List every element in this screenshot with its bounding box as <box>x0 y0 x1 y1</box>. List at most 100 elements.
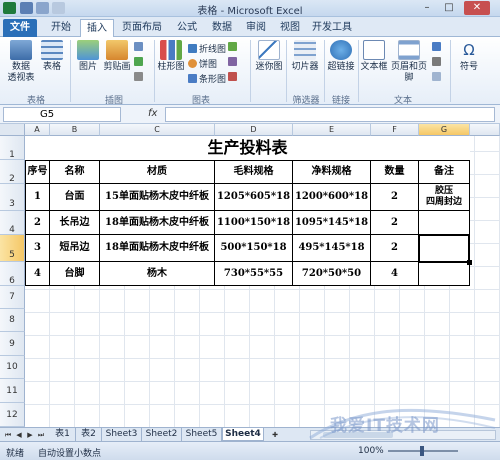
column-header-g[interactable]: G <box>419 124 470 136</box>
row-header-3[interactable]: 3 <box>0 184 25 211</box>
sheet-tab[interactable]: 表1 <box>50 428 76 441</box>
table-cell[interactable]: 15单面贴杨木皮中纤板 <box>100 184 215 211</box>
tab-developer[interactable]: 开发工具 <box>308 19 356 37</box>
header-cell-qty[interactable]: 数量 <box>371 160 419 184</box>
maximize-button[interactable]: □ <box>440 1 458 15</box>
table-cell[interactable]: 4 <box>371 262 419 286</box>
tab-home[interactable]: 开始 <box>44 19 78 37</box>
sheet-title[interactable]: 生产投料表 <box>25 136 470 160</box>
table-cell[interactable]: 2 <box>371 235 419 262</box>
table-cell[interactable]: 3 <box>25 235 50 262</box>
textbox-button[interactable]: 文本框 <box>360 40 388 73</box>
line-chart-button[interactable]: 折线图 <box>188 42 226 55</box>
row-header-7[interactable]: 7 <box>0 286 25 309</box>
header-cell-material[interactable]: 材质 <box>100 160 215 184</box>
table-cell[interactable]: 1200*600*18 <box>293 184 371 211</box>
column-header-e[interactable]: E <box>293 124 371 136</box>
picture-button[interactable]: 图片 <box>74 40 102 73</box>
sheet-tab-active[interactable]: Sheet4 <box>222 428 264 441</box>
column-header-c[interactable]: C <box>100 124 215 136</box>
header-cell-remark[interactable]: 备注 <box>419 160 470 184</box>
tab-file[interactable]: 文件 <box>3 19 37 37</box>
name-box[interactable]: G5 <box>3 107 121 122</box>
table-cell[interactable]: 18单面贴杨木皮中纤板 <box>100 235 215 262</box>
active-cell-selection[interactable] <box>418 234 472 265</box>
table-cell[interactable]: 2 <box>25 211 50 235</box>
header-cell-rough-size[interactable]: 毛料规格 <box>215 160 293 184</box>
row-header-2[interactable]: 2 <box>0 160 25 184</box>
table-cell[interactable]: 1100*150*18 <box>215 211 293 235</box>
table-cell[interactable]: 长吊边 <box>50 211 100 235</box>
table-cell[interactable]: 495*145*18 <box>293 235 371 262</box>
pivot-table-button[interactable]: 数据 透视表 <box>4 40 38 84</box>
table-cell[interactable]: 18单面贴杨木皮中纤板 <box>100 211 215 235</box>
last-sheet-icon[interactable]: ⏭ <box>36 430 46 440</box>
column-header-h[interactable] <box>470 124 500 136</box>
close-button[interactable]: ✕ <box>464 1 490 15</box>
first-sheet-icon[interactable]: ⏮ <box>3 430 13 440</box>
row-header-10[interactable]: 10 <box>0 356 25 379</box>
table-cell[interactable]: 台面 <box>50 184 100 211</box>
table-cell[interactable]: 4 <box>25 262 50 286</box>
table-cell[interactable]: 500*150*18 <box>215 235 293 262</box>
object-button[interactable] <box>432 72 443 83</box>
signature-button[interactable] <box>432 57 443 68</box>
screenshot-button[interactable] <box>134 72 145 83</box>
row-header-5[interactable]: 5 <box>0 235 25 262</box>
fx-icon[interactable]: fx <box>148 108 157 119</box>
table-cell[interactable] <box>419 262 470 286</box>
table-button[interactable]: 表格 <box>38 40 66 73</box>
table-cell[interactable]: 720*50*50 <box>293 262 371 286</box>
header-footer-button[interactable]: 页眉和页脚 <box>388 40 430 84</box>
sparkline-button[interactable]: 迷你图 <box>254 40 284 73</box>
prev-sheet-icon[interactable]: ◀ <box>14 430 24 440</box>
row-header-8[interactable]: 8 <box>0 309 25 332</box>
hyperlink-button[interactable]: 超链接 <box>326 40 356 73</box>
table-cell[interactable]: 胶压 四周封边 <box>419 184 470 211</box>
table-cell[interactable] <box>419 211 470 235</box>
next-sheet-icon[interactable]: ▶ <box>25 430 35 440</box>
tab-page-layout[interactable]: 页面布局 <box>118 19 166 37</box>
table-cell[interactable]: 1095*145*18 <box>293 211 371 235</box>
header-cell-net-size[interactable]: 净料规格 <box>293 160 371 184</box>
column-header-a[interactable]: A <box>25 124 50 136</box>
table-cell[interactable]: 台脚 <box>50 262 100 286</box>
formula-input[interactable] <box>165 107 495 122</box>
row-header-4[interactable]: 4 <box>0 211 25 235</box>
zoom-slider-knob[interactable] <box>420 446 424 456</box>
pie-chart-button[interactable]: 饼图 <box>188 57 217 70</box>
zoom-level[interactable]: 100% <box>358 446 384 456</box>
row-header-1[interactable]: 1 <box>0 136 25 160</box>
header-cell-seq[interactable]: 序号 <box>25 160 50 184</box>
slicer-button[interactable]: 切片器 <box>290 40 320 73</box>
tab-view[interactable]: 视图 <box>274 19 306 37</box>
tab-insert[interactable]: 插入 <box>80 19 114 38</box>
sheet-tab[interactable]: Sheet2 <box>142 428 182 441</box>
tab-formulas[interactable]: 公式 <box>170 19 204 37</box>
column-header-f[interactable]: F <box>371 124 419 136</box>
smartart-button[interactable] <box>134 57 145 68</box>
table-cell[interactable]: 1 <box>25 184 50 211</box>
row-header-6[interactable]: 6 <box>0 262 25 286</box>
table-cell[interactable]: 1205*605*18 <box>215 184 293 211</box>
column-header-d[interactable]: D <box>215 124 293 136</box>
table-cell[interactable]: 2 <box>371 184 419 211</box>
bar-chart-button[interactable]: 条形图 <box>188 72 226 85</box>
clipart-button[interactable]: 剪贴画 <box>102 40 132 73</box>
sheet-tab[interactable]: Sheet3 <box>102 428 142 441</box>
table-cell[interactable]: 杨木 <box>100 262 215 286</box>
insert-sheet-icon[interactable]: ✚ <box>268 430 282 440</box>
column-header-b[interactable]: B <box>50 124 100 136</box>
sheet-tab[interactable]: Sheet5 <box>182 428 222 441</box>
minimize-button[interactable]: – <box>418 1 436 15</box>
header-cell-name[interactable]: 名称 <box>50 160 100 184</box>
area-chart-button[interactable] <box>228 42 239 53</box>
wordart-button[interactable] <box>432 42 443 53</box>
sheet-tab[interactable]: 表2 <box>76 428 102 441</box>
select-all-corner[interactable] <box>0 124 25 136</box>
symbol-button[interactable]: Ω 符号 <box>456 40 482 73</box>
table-cell[interactable]: 2 <box>371 211 419 235</box>
table-cell[interactable]: 730*55*55 <box>215 262 293 286</box>
table-cell[interactable]: 短吊边 <box>50 235 100 262</box>
scatter-chart-button[interactable] <box>228 57 239 68</box>
